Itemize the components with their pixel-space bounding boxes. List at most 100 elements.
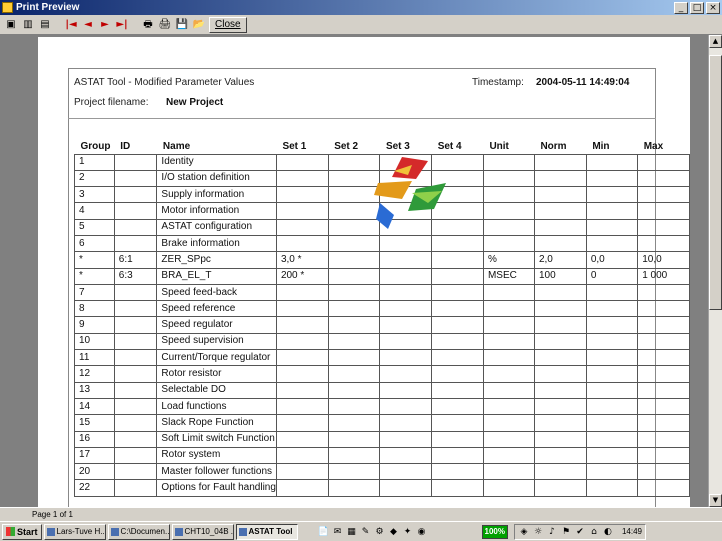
table-cell [379,397,433,416]
taskbar-button-label: Lars-Tuve H... [56,526,106,536]
quicklaunch-icon[interactable]: ✉ [332,526,344,538]
table-cell: I/O station definition [156,169,277,188]
table-cell: % [482,251,535,269]
open-icon[interactable]: 📂 [192,18,206,32]
table-cell [585,316,639,334]
table-cell: Motor information [156,202,277,220]
taskbar-button-label: CHT10_04B ... [184,526,234,536]
tray-icon[interactable]: ☼ [532,526,544,538]
table-cell [585,430,639,448]
table-cell [275,202,329,220]
table-cell [637,169,690,188]
table-cell [113,349,158,367]
table-cell: 100 [533,267,587,285]
table-cell [482,218,535,236]
close-button[interactable]: Close [209,16,247,33]
zoom-fit-icon[interactable]: ▤ [38,18,52,32]
quicklaunch-icon[interactable]: ⚙ [374,526,386,538]
table-cell: 6:3 [113,267,158,285]
maximize-button[interactable]: □ [690,1,704,14]
two-pages-icon[interactable]: ▥ [21,18,35,32]
timestamp-value: 2004-05-11 14:49:04 [536,77,630,88]
system-tray: ◈ ☼ ♪ ⚑ ✔ ⌂ ◐ 14:49 [513,523,647,540]
table-cell: 10,0 [637,251,690,269]
tray-icon[interactable]: ◈ [518,526,530,538]
table-cell: Selectable DO [156,381,277,399]
quicklaunch-icon[interactable]: ▦ [346,526,358,538]
table-cell: 200 * [275,267,329,285]
taskbar-button[interactable]: Lars-Tuve H... [43,523,106,540]
abb-logo-icon [374,157,446,229]
table-cell [637,479,690,497]
table-cell [113,316,158,334]
first-page-icon[interactable]: |◄ [64,18,78,32]
quicklaunch-icon[interactable]: 📄 [318,526,330,538]
table-cell: * [74,251,115,269]
table-cell: 11 [74,349,115,367]
table-cell [275,365,329,383]
table-cell [482,479,535,497]
table-cell: 6 [74,234,115,253]
taskbar-button[interactable]: C:\Documen... [107,523,170,540]
tray-icon[interactable]: ⌂ [588,526,600,538]
scroll-up-icon[interactable]: ▲ [709,35,722,48]
close-window-button[interactable]: × [706,1,720,14]
column-header: Set 2 [328,140,380,155]
scroll-thumb[interactable] [709,55,722,310]
table-cell [113,234,158,253]
quicklaunch-icon[interactable]: ◆ [388,526,400,538]
quicklaunch-icon[interactable]: ◉ [416,526,428,538]
table-cell [482,430,535,448]
table-cell [637,218,690,236]
table-cell [379,332,433,351]
tray-icon[interactable]: ⚑ [560,526,572,538]
table-cell: Current/Torque regulator [156,349,277,367]
table-cell [533,202,587,220]
table-cell [379,463,433,481]
tray-icon[interactable]: ◐ [602,526,614,538]
table-cell [379,349,433,367]
table-cell [585,349,639,367]
tray-icon[interactable]: ♪ [546,526,558,538]
table-cell [637,283,690,302]
table-cell [637,414,690,432]
scroll-down-icon[interactable]: ▼ [709,494,722,507]
table-cell [533,283,587,302]
table-cell: BRA_EL_T [156,267,277,285]
zoom-indicator[interactable]: 100% [481,524,508,539]
table-cell [533,365,587,383]
tray-icon[interactable]: ✔ [574,526,586,538]
prev-page-icon[interactable]: ◄ [81,18,95,32]
table-row: * 6:3 BRA_EL_T 200 * MSEC 100 0 1 000 [74,267,690,285]
vertical-scrollbar[interactable]: ▲ ▼ [708,35,722,507]
window-title: Print Preview [16,2,80,13]
window-icon [110,527,119,536]
table-cell [637,234,690,253]
taskbar-button[interactable]: ASTAT Tool [235,523,298,540]
table-cell [533,381,587,399]
column-header: ID [114,140,157,155]
printer-setup-icon[interactable]: 🖨 [158,18,172,32]
taskbar-button[interactable]: CHT10_04B ... [171,523,234,540]
table-cell: 8 [74,300,115,318]
quicklaunch-icon[interactable]: ✎ [360,526,372,538]
single-page-icon[interactable]: ▣ [4,18,18,32]
last-page-icon[interactable]: ►| [115,18,129,32]
quicklaunch-icon[interactable]: ✦ [402,526,414,538]
table-cell: 16 [74,430,115,448]
table-cell: Supply information [156,186,277,204]
next-page-icon[interactable]: ► [98,18,112,32]
table-cell [482,397,535,416]
print-icon[interactable]: 🖶 [141,18,155,32]
save-icon[interactable]: 💾 [175,18,189,32]
table-cell [585,479,639,497]
table-cell [533,300,587,318]
start-button[interactable]: Start [2,523,42,540]
minimize-button[interactable]: _ [674,1,688,14]
table-cell [585,202,639,220]
table-cell [482,234,535,253]
table-cell [637,430,690,448]
table-cell [327,397,381,416]
table-cell [585,365,639,383]
table-cell [113,446,158,465]
